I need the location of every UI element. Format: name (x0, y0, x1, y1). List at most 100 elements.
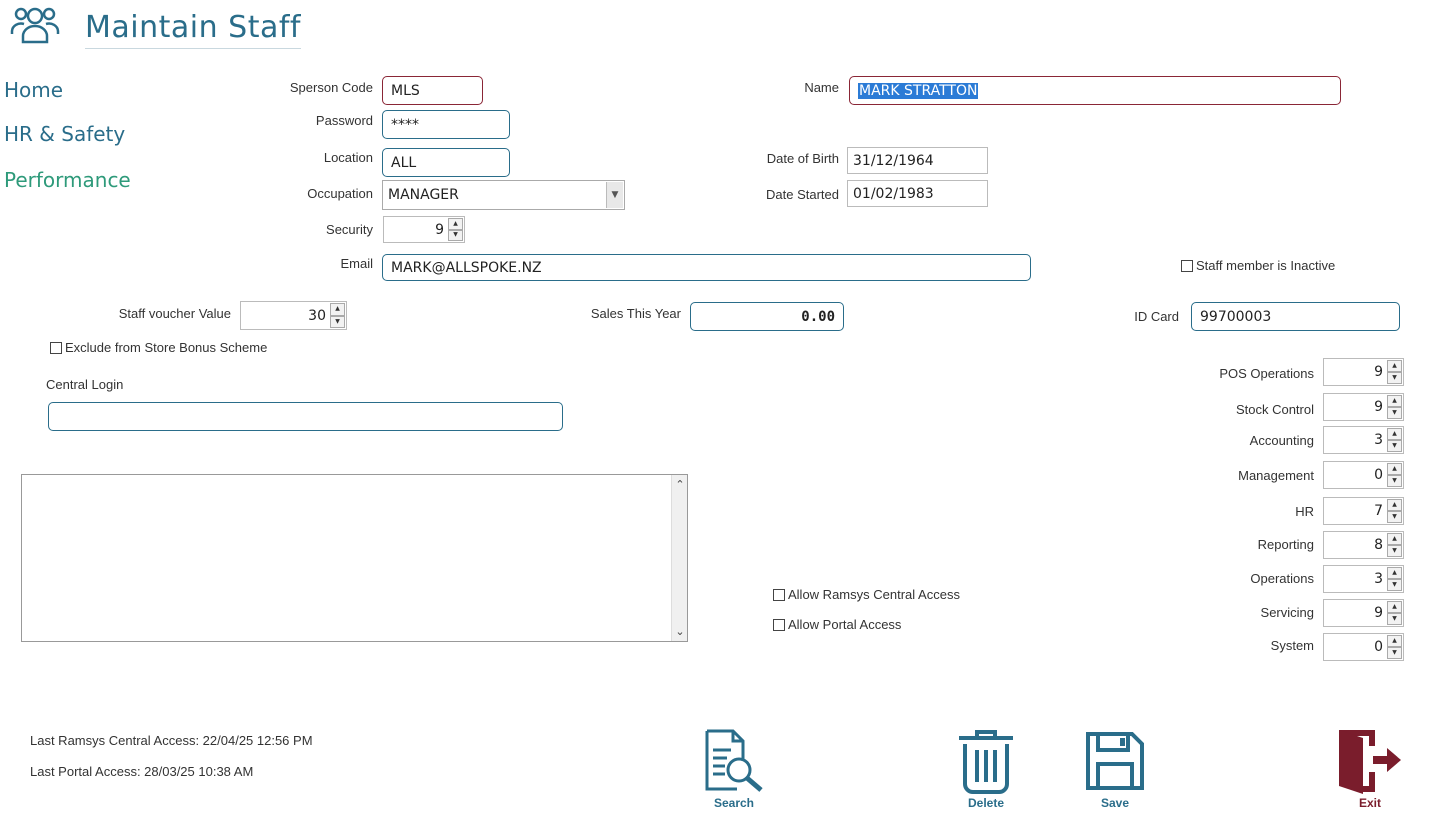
spin-down-icon[interactable]: ▼ (1387, 407, 1402, 419)
email-value: MARK@ALLSPOKE.NZ (391, 259, 542, 276)
location-input[interactable]: ALL (382, 148, 510, 177)
allow-central-row[interactable]: Allow Ramsys Central Access (773, 587, 960, 602)
allow-portal-checkbox[interactable] (773, 618, 785, 631)
date-started-label: Date Started (766, 187, 839, 202)
spin-down-icon[interactable]: ▼ (1387, 647, 1402, 659)
save-button-label: Save (1100, 796, 1130, 810)
spin-up-icon[interactable]: ▲ (448, 218, 463, 230)
spin-up-icon[interactable]: ▲ (1387, 428, 1402, 440)
date-started-input[interactable]: 01/02/1983 (847, 180, 988, 207)
inactive-label: Staff member is Inactive (1196, 258, 1336, 273)
perm-label-reporting: Reporting (1257, 537, 1314, 552)
id-card-input[interactable]: 99700003 (1191, 302, 1400, 331)
sperson-code-label: Sperson Code (289, 80, 373, 95)
security-label: Security (326, 222, 373, 237)
sperson-code-input[interactable]: MLS (382, 76, 483, 105)
perm-stepper-stock[interactable]: 9 ▲ ▼ (1323, 393, 1404, 421)
spin-up-icon[interactable]: ▲ (1387, 601, 1402, 613)
perm-label-accounting: Accounting (1249, 433, 1314, 448)
perm-value: 9 (1374, 364, 1383, 380)
email-input[interactable]: MARK@ALLSPOKE.NZ (382, 254, 1031, 281)
sales-label: Sales This Year (590, 306, 681, 321)
name-input[interactable]: MARK STRATTON (849, 76, 1341, 105)
perm-value: 7 (1374, 503, 1383, 519)
perm-stepper-pos[interactable]: 9 ▲ ▼ (1323, 358, 1404, 386)
chevron-down-icon[interactable]: ▼ (606, 182, 623, 208)
nav-home[interactable]: Home (4, 78, 63, 102)
email-label: Email (340, 256, 373, 271)
spin-up-icon[interactable]: ▲ (1387, 463, 1402, 475)
exit-button[interactable]: Exit (1330, 728, 1410, 810)
notes-memo[interactable]: ⌃ ⌄ (21, 474, 688, 642)
perm-stepper-reporting[interactable]: 8 ▲ ▼ (1323, 531, 1404, 559)
dob-input[interactable]: 31/12/1964 (847, 147, 988, 174)
spin-down-icon[interactable]: ▼ (1387, 545, 1402, 557)
spin-down-icon[interactable]: ▼ (448, 229, 463, 241)
spin-up-icon[interactable]: ▲ (330, 303, 345, 316)
delete-button[interactable]: Delete (950, 728, 1022, 810)
spin-down-icon[interactable]: ▼ (1387, 511, 1402, 523)
occupation-label: Occupation (307, 186, 373, 201)
perm-label-operations: Operations (1250, 571, 1314, 586)
perm-stepper-system[interactable]: 0 ▲ ▼ (1323, 633, 1404, 661)
trash-icon (959, 730, 1013, 794)
perm-value: 0 (1374, 639, 1383, 655)
perm-label-system: System (1270, 638, 1314, 653)
perm-stepper-management[interactable]: 0 ▲ ▼ (1323, 461, 1404, 489)
perm-value: 9 (1374, 399, 1383, 415)
allow-central-checkbox[interactable] (773, 588, 785, 601)
spin-down-icon[interactable]: ▼ (1387, 440, 1402, 452)
inactive-checkbox[interactable] (1181, 259, 1193, 272)
spin-down-icon[interactable]: ▼ (1387, 613, 1402, 625)
allow-portal-row[interactable]: Allow Portal Access (773, 617, 901, 632)
scroll-up-icon[interactable]: ⌃ (672, 478, 688, 491)
page-title: Maintain Staff (85, 10, 301, 49)
spin-down-icon[interactable]: ▼ (1387, 579, 1402, 591)
spin-up-icon[interactable]: ▲ (1387, 395, 1402, 407)
central-login-label: Central Login (46, 377, 124, 392)
staff-group-icon (10, 4, 60, 46)
name-value: MARK STRATTON (858, 82, 979, 99)
allow-portal-label: Allow Portal Access (788, 617, 902, 632)
dob-label: Date of Birth (766, 151, 839, 166)
spin-up-icon[interactable]: ▲ (1387, 499, 1402, 511)
search-button[interactable]: Search (696, 728, 772, 810)
perm-stepper-accounting[interactable]: 3 ▲ ▼ (1323, 426, 1404, 454)
perm-stepper-hr[interactable]: 7 ▲ ▼ (1323, 497, 1404, 525)
save-icon (1086, 732, 1144, 790)
spin-down-icon[interactable]: ▼ (330, 315, 345, 328)
sperson-code-value: MLS (391, 82, 420, 99)
scroll-down-icon[interactable]: ⌄ (672, 625, 688, 638)
spin-down-icon[interactable]: ▼ (1387, 372, 1402, 384)
location-label: Location (323, 150, 373, 165)
inactive-checkbox-row[interactable]: Staff member is Inactive (1181, 258, 1335, 273)
location-value: ALL (391, 154, 417, 171)
password-input[interactable]: **** (382, 110, 510, 139)
central-login-input[interactable] (48, 402, 563, 431)
exclude-bonus-checkbox[interactable] (50, 341, 62, 354)
voucher-value: 30 (308, 307, 326, 324)
nav-performance[interactable]: Performance (4, 168, 131, 192)
exit-button-label: Exit (1358, 796, 1381, 810)
spin-up-icon[interactable]: ▲ (1387, 360, 1402, 372)
last-portal-access: Last Portal Access: 28/03/25 10:38 AM (30, 764, 254, 779)
spin-down-icon[interactable]: ▼ (1387, 475, 1402, 487)
spin-up-icon[interactable]: ▲ (1387, 635, 1402, 647)
save-button[interactable]: Save (1080, 728, 1150, 810)
perm-stepper-servicing[interactable]: 9 ▲ ▼ (1323, 599, 1404, 627)
occupation-select[interactable]: MANAGER ▼ (382, 180, 625, 210)
security-stepper[interactable]: 9 ▲ ▼ (383, 216, 465, 243)
sales-value: 0.00 (801, 308, 835, 325)
perm-label-stock: Stock Control (1235, 402, 1314, 417)
spin-up-icon[interactable]: ▲ (1387, 567, 1402, 579)
nav-hr-safety[interactable]: HR & Safety (4, 122, 125, 146)
notes-scrollbar[interactable]: ⌃ ⌄ (671, 475, 687, 641)
id-card-value: 99700003 (1200, 308, 1272, 325)
name-label: Name (804, 80, 839, 95)
exclude-bonus-row[interactable]: Exclude from Store Bonus Scheme (50, 340, 267, 355)
perm-label-hr: HR (1295, 504, 1314, 519)
allow-central-label: Allow Ramsys Central Access (788, 587, 960, 602)
perm-stepper-operations[interactable]: 3 ▲ ▼ (1323, 565, 1404, 593)
voucher-stepper[interactable]: 30 ▲ ▼ (240, 301, 347, 330)
spin-up-icon[interactable]: ▲ (1387, 533, 1402, 545)
